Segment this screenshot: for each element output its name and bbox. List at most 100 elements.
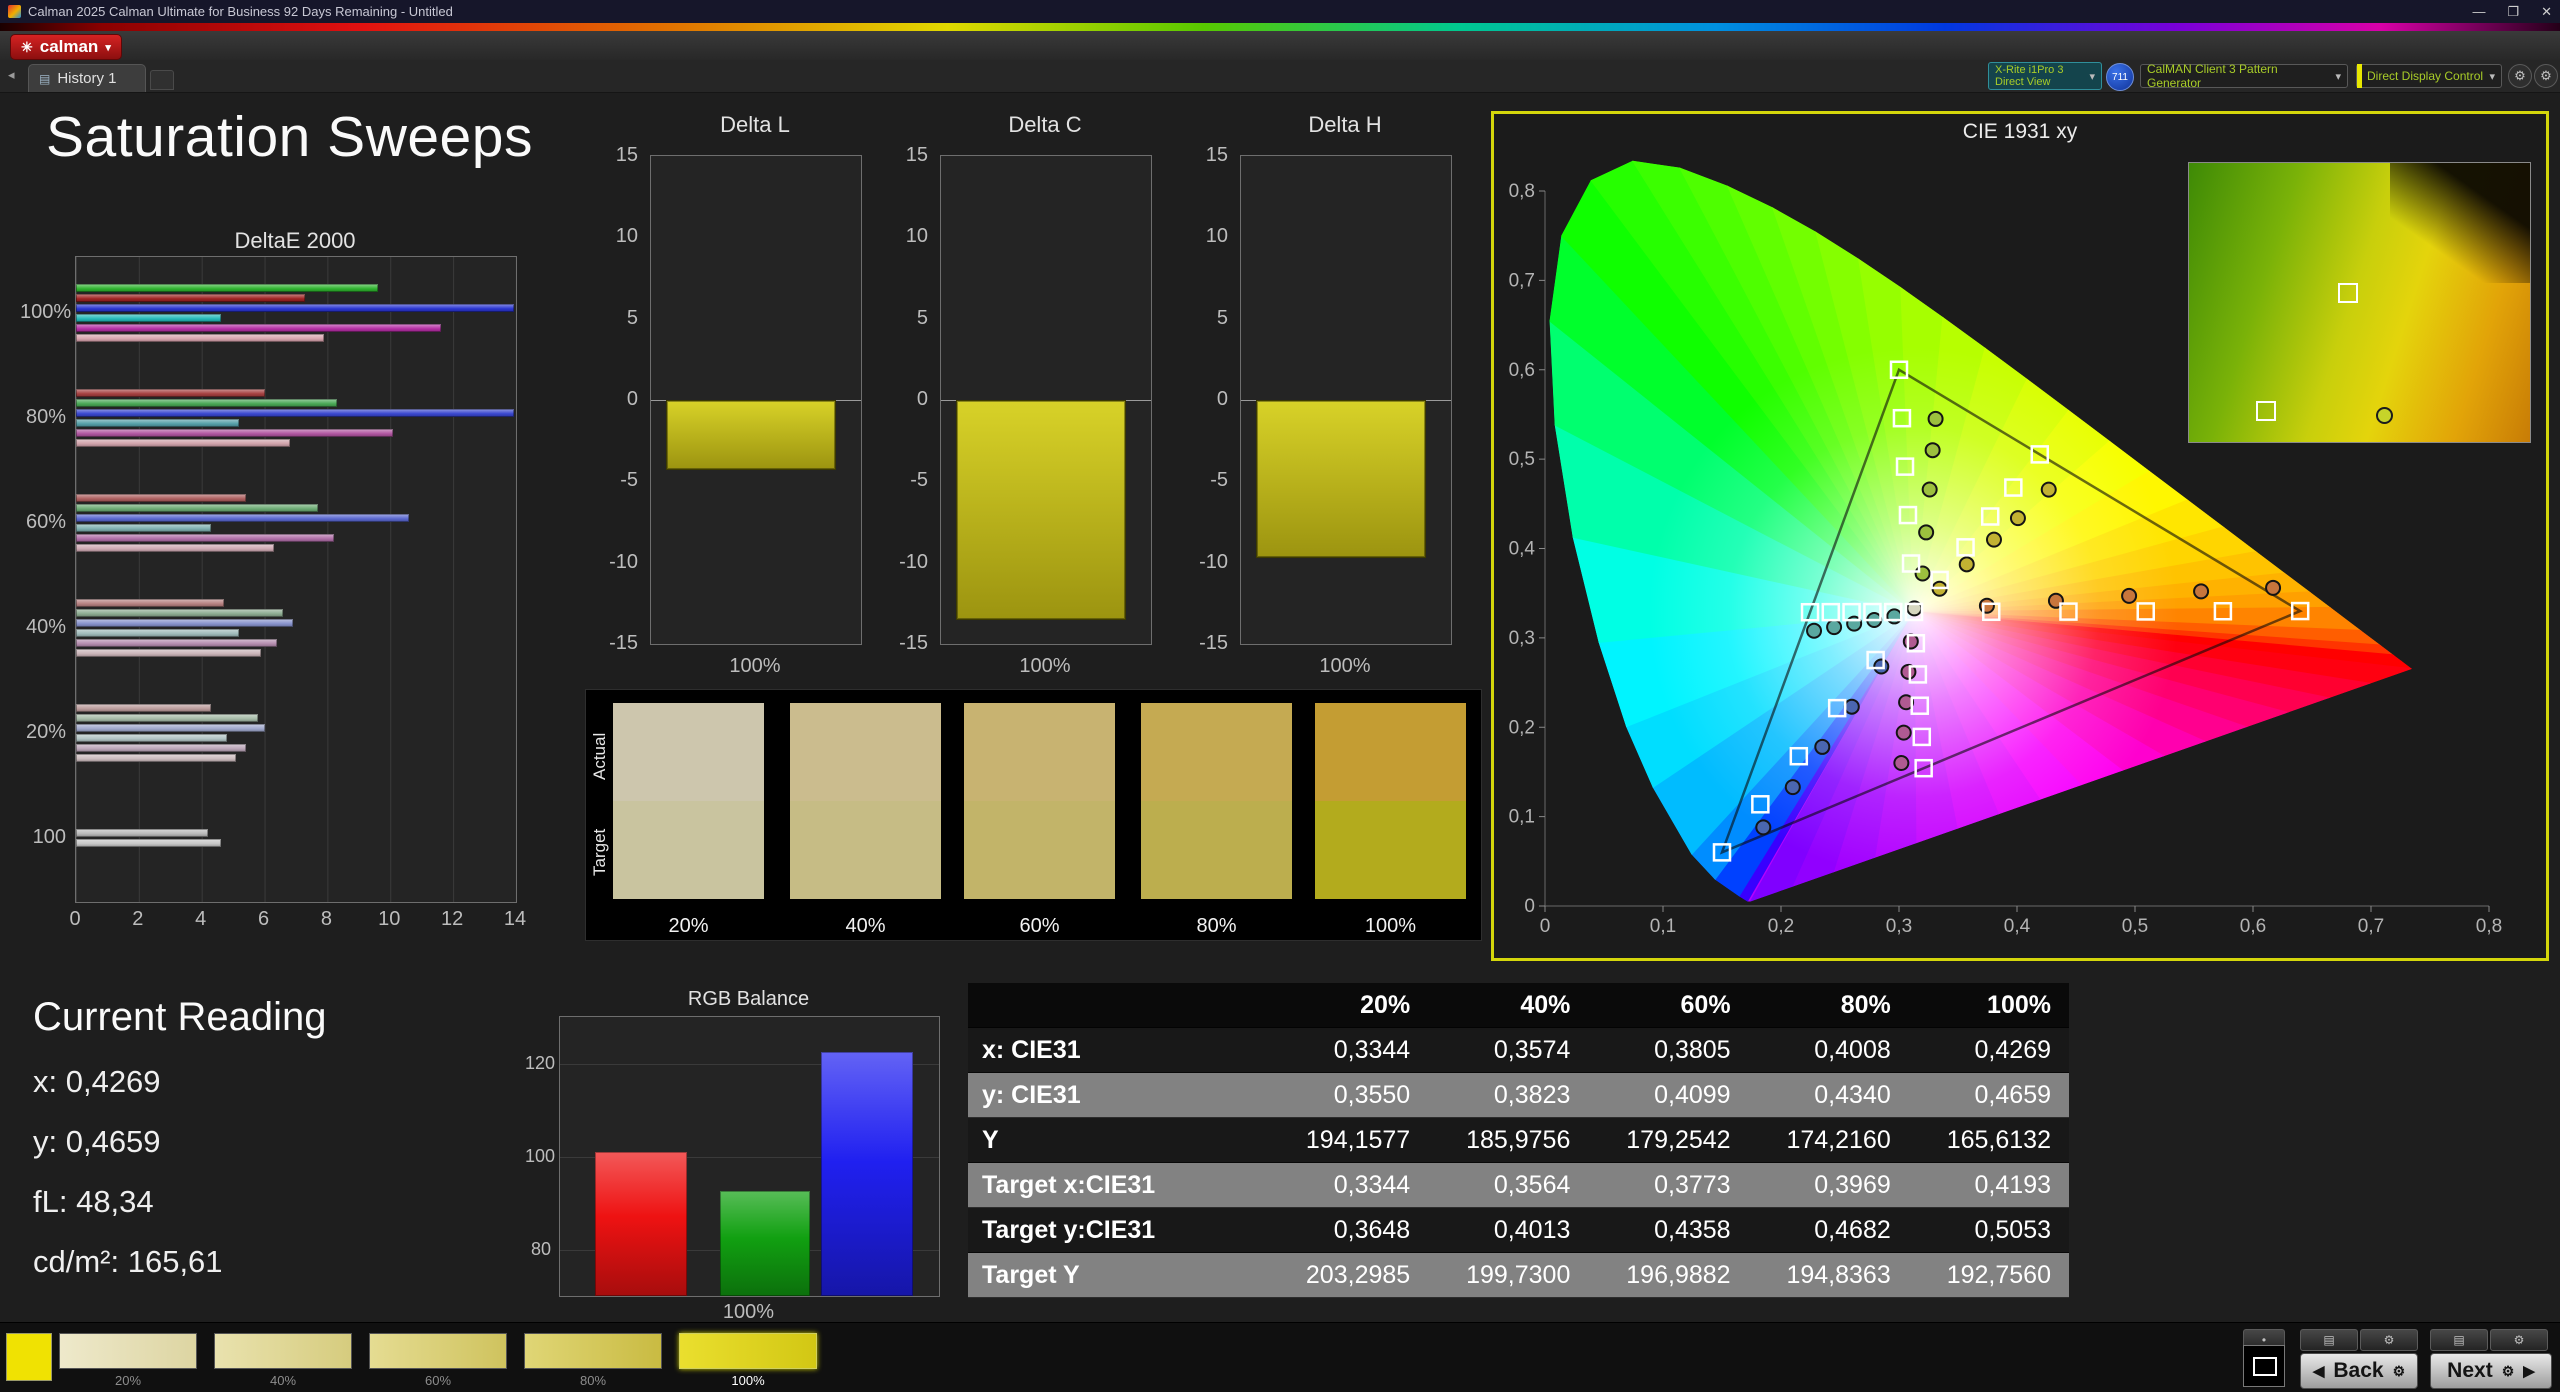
measured-point-red	[2122, 589, 2136, 603]
table-row: Y194,1577185,9756179,2542174,2160165,613…	[968, 1118, 2069, 1163]
table-row: y: CIE310,35500,38230,40990,43400,4659	[968, 1073, 2069, 1118]
maximize-button[interactable]: ❐	[2507, 4, 2519, 20]
deltae-xtick-label: 10	[374, 908, 404, 931]
deltae-xtick-label: 0	[60, 908, 90, 931]
table-cell: 0,3969	[1749, 1163, 1909, 1208]
table-header-cell: 80%	[1749, 983, 1909, 1028]
saturation-swatch-button[interactable]	[369, 1333, 507, 1369]
delta-ytick-label: 10	[882, 225, 928, 248]
settings-gear-button-2[interactable]: ⚙	[2534, 64, 2558, 88]
target-swatch	[613, 801, 764, 899]
delta-ytick-label: -15	[882, 632, 928, 655]
measured-point-yellow	[2011, 511, 2025, 525]
pattern-window-button[interactable]	[2243, 1345, 2285, 1387]
new-tab-stub[interactable]	[150, 70, 174, 90]
saturation-swatch-button[interactable]	[59, 1333, 197, 1369]
table-cell: 0,4340	[1749, 1073, 1909, 1118]
next-button[interactable]: Next ⚙ ▶	[2430, 1353, 2552, 1389]
display-control-name: Direct Display Control	[2367, 69, 2483, 83]
green-bar	[720, 1191, 810, 1296]
display-control-dropdown[interactable]: Direct Display Control ▾	[2356, 64, 2502, 88]
delta-h-xlabel: 100%	[1240, 655, 1450, 678]
table-cell: 0,3823	[1428, 1073, 1588, 1118]
swatch-column: 40%	[790, 703, 941, 940]
app-icon	[8, 5, 21, 18]
rgb-ytick-label: 120	[525, 1053, 551, 1074]
meter-dropdown[interactable]: X-Rite i1Pro 3 Direct View ▾	[1988, 62, 2102, 90]
close-button[interactable]: ✕	[2541, 4, 2552, 20]
x-tick-label: 0	[1540, 916, 1551, 937]
delta-l-ylabels: 151050-5-10-15	[590, 155, 644, 643]
measured-point-blue	[1786, 780, 1800, 794]
actual-swatch	[790, 703, 941, 801]
rgb-balance-ylabels: 12010080	[525, 1016, 553, 1295]
table-cell: 199,7300	[1428, 1253, 1588, 1298]
reading-y: y: 0,4659	[33, 1124, 327, 1160]
deltae-bar	[76, 284, 378, 292]
table-header-row: 20%40%60%80%100%	[968, 983, 2069, 1028]
table-cell: 0,4682	[1749, 1208, 1909, 1253]
cie-1931-panel[interactable]: CIE 1931 xy 00,10,20,30,40,50,60,70,800,…	[1491, 111, 2549, 961]
swatch-label: 20%	[613, 915, 764, 938]
saturation-swatch-button[interactable]	[679, 1333, 817, 1369]
delta-c-plot	[940, 155, 1152, 645]
actual-swatch	[964, 703, 1115, 801]
next-option-button[interactable]: ▤	[2430, 1329, 2488, 1351]
deltae-group-label: 100	[20, 826, 66, 849]
rainbow-gradient-strip	[0, 23, 2560, 31]
next-settings-button[interactable]: ⚙	[2490, 1329, 2548, 1351]
table-cell: 0,3344	[1268, 1028, 1428, 1073]
delta-ytick-label: 15	[592, 144, 638, 167]
x-tick-label: 0,5	[2122, 916, 2148, 937]
deltae-bar	[76, 504, 318, 512]
delta-ytick-label: 10	[1182, 225, 1228, 248]
delta-ytick-label: -5	[592, 469, 638, 492]
back-settings-button[interactable]: ⚙	[2360, 1329, 2418, 1351]
row-label: Target Y	[968, 1253, 1268, 1298]
deltae-bar	[76, 724, 265, 732]
deltae-bar	[76, 829, 208, 837]
table-cell: 179,2542	[1588, 1118, 1748, 1163]
measured-point-red	[2266, 581, 2280, 595]
chevron-down-icon: ▾	[2485, 70, 2495, 83]
actual-swatch	[613, 703, 764, 801]
deltae-bar	[76, 409, 514, 417]
collapse-panel-icon[interactable]: ◂	[8, 67, 15, 83]
saturation-swatch-button[interactable]	[214, 1333, 352, 1369]
minimize-button[interactable]: —	[2472, 4, 2485, 20]
calman-app-window: Calman 2025 Calman Ultimate for Business…	[0, 0, 2560, 1392]
blue-bar	[821, 1052, 913, 1296]
table-cell: 0,4099	[1588, 1073, 1748, 1118]
table-cell: 0,4358	[1588, 1208, 1748, 1253]
table-row: Target Y203,2985199,7300196,9882194,8363…	[968, 1253, 2069, 1298]
delta-ytick-label: -10	[1182, 551, 1228, 574]
x-tick-label: 0,8	[2476, 916, 2502, 937]
deltae-group-label: 100%	[20, 301, 66, 324]
deltae-bar	[76, 619, 293, 627]
deltae-bar	[76, 714, 258, 722]
deltae-xtick-label: 8	[311, 908, 341, 931]
back-option-button[interactable]: ▤	[2300, 1329, 2358, 1351]
deltae-bar	[76, 389, 265, 397]
deltae-bar	[76, 734, 227, 742]
back-gear-icon: ⚙	[2393, 1363, 2406, 1380]
settings-gear-button[interactable]: ⚙	[2508, 64, 2532, 88]
saturation-swatch-button[interactable]	[524, 1333, 662, 1369]
actual-target-swatch-strip: Actual Target 20%40%60%80%100%	[585, 689, 1482, 941]
table-cell: 174,2160	[1749, 1118, 1909, 1163]
measured-point-green	[1929, 412, 1943, 426]
delta-h-title: Delta H	[1240, 112, 1450, 138]
deltae-bar	[76, 294, 305, 302]
back-button[interactable]: ◀ Back ⚙	[2300, 1353, 2418, 1389]
measured-point-blue	[1845, 700, 1859, 714]
delta-l-plot	[650, 155, 862, 645]
pattern-generator-dropdown[interactable]: CalMAN Client 3 Pattern Generator ▾	[2140, 64, 2348, 88]
tab-history-1[interactable]: ▤ History 1	[28, 64, 146, 92]
table-cell: 0,4659	[1909, 1073, 2069, 1118]
x-tick-label: 0,2	[1768, 916, 1794, 937]
page-title: Saturation Sweeps	[46, 104, 533, 170]
y-tick-label: 0,7	[1509, 270, 1535, 291]
calman-menu-button[interactable]: ✳ calman ▾	[10, 34, 122, 60]
delta-ytick-label: -10	[592, 551, 638, 574]
row-label: y: CIE31	[968, 1073, 1268, 1118]
